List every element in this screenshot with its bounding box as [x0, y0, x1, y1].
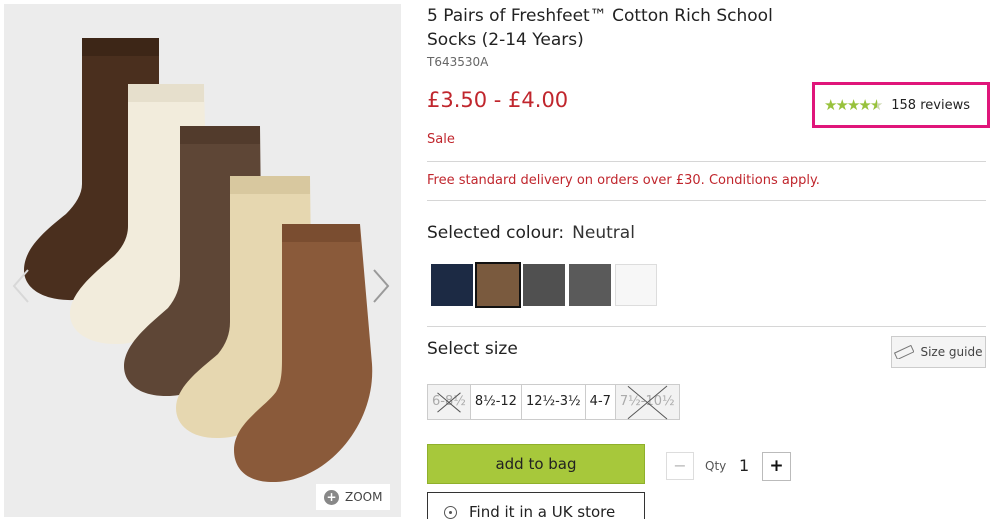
delivery-note[interactable]: Free standard delivery on orders over £3… — [427, 173, 820, 188]
divider — [427, 161, 986, 162]
reviews-summary[interactable]: ★ ★ ★ ★ ★ 158 reviews — [812, 82, 990, 128]
product-image-gallery: + ZOOM — [4, 4, 401, 517]
colour-label: Selected colour: — [427, 223, 565, 243]
chevron-right-icon — [373, 269, 390, 303]
divider — [427, 200, 986, 201]
find-in-store-button[interactable]: Find it in a UK store — [427, 492, 645, 519]
colour-swatch-neutral[interactable] — [475, 262, 521, 308]
qty-value[interactable]: 1 — [739, 456, 749, 475]
ruler-icon — [894, 345, 915, 359]
colour-swatch-charcoal[interactable] — [569, 264, 611, 306]
size-guide-button[interactable]: Size guide — [891, 336, 986, 368]
zoom-label: ZOOM — [345, 490, 383, 504]
colour-swatch-navy[interactable] — [431, 264, 473, 306]
qty-increase-button[interactable]: + — [762, 452, 791, 481]
colour-swatches — [431, 262, 661, 308]
product-image — [24, 38, 373, 483]
sale-label: Sale — [427, 132, 455, 147]
next-image-button[interactable] — [368, 266, 394, 306]
add-to-bag-button[interactable]: add to bag — [427, 444, 645, 484]
chevron-left-icon — [12, 269, 29, 303]
size-option[interactable]: 6-8½ — [428, 385, 471, 419]
colour-swatch-white[interactable] — [615, 264, 657, 306]
prev-image-button[interactable] — [8, 266, 34, 306]
colour-heading: Selected colour: Neutral — [427, 223, 635, 243]
size-options: 6-8½ 8½-12 12½-3½ 4-7 7½-10½ — [427, 384, 680, 420]
plus-circle-icon: + — [324, 489, 339, 505]
star-rating: ★ ★ ★ ★ ★ — [824, 95, 884, 114]
location-pin-icon — [444, 506, 457, 519]
qty-label: Qty — [705, 459, 727, 473]
colour-swatch-dark-grey[interactable] — [523, 264, 565, 306]
product-price: £3.50 - £4.00 — [427, 88, 569, 112]
size-option[interactable]: 12½-3½ — [522, 385, 586, 419]
size-option[interactable]: 7½-10½ — [615, 385, 679, 419]
size-option[interactable]: 4-7 — [586, 385, 616, 419]
qty-decrease-button[interactable]: − — [666, 452, 694, 480]
reviews-count: 158 reviews — [891, 97, 970, 113]
find-store-label: Find it in a UK store — [469, 503, 616, 519]
size-option[interactable]: 8½-12 — [471, 385, 522, 419]
half-star-icon: ★ — [869, 95, 884, 114]
zoom-button[interactable]: + ZOOM — [316, 484, 390, 510]
size-heading: Select size — [427, 339, 518, 359]
selected-colour: Neutral — [572, 223, 635, 243]
divider — [427, 326, 986, 327]
size-guide-label: Size guide — [920, 345, 983, 359]
product-code: T643530A — [427, 55, 489, 69]
product-title: 5 Pairs of Freshfeet™ Cotton Rich School… — [427, 6, 773, 50]
